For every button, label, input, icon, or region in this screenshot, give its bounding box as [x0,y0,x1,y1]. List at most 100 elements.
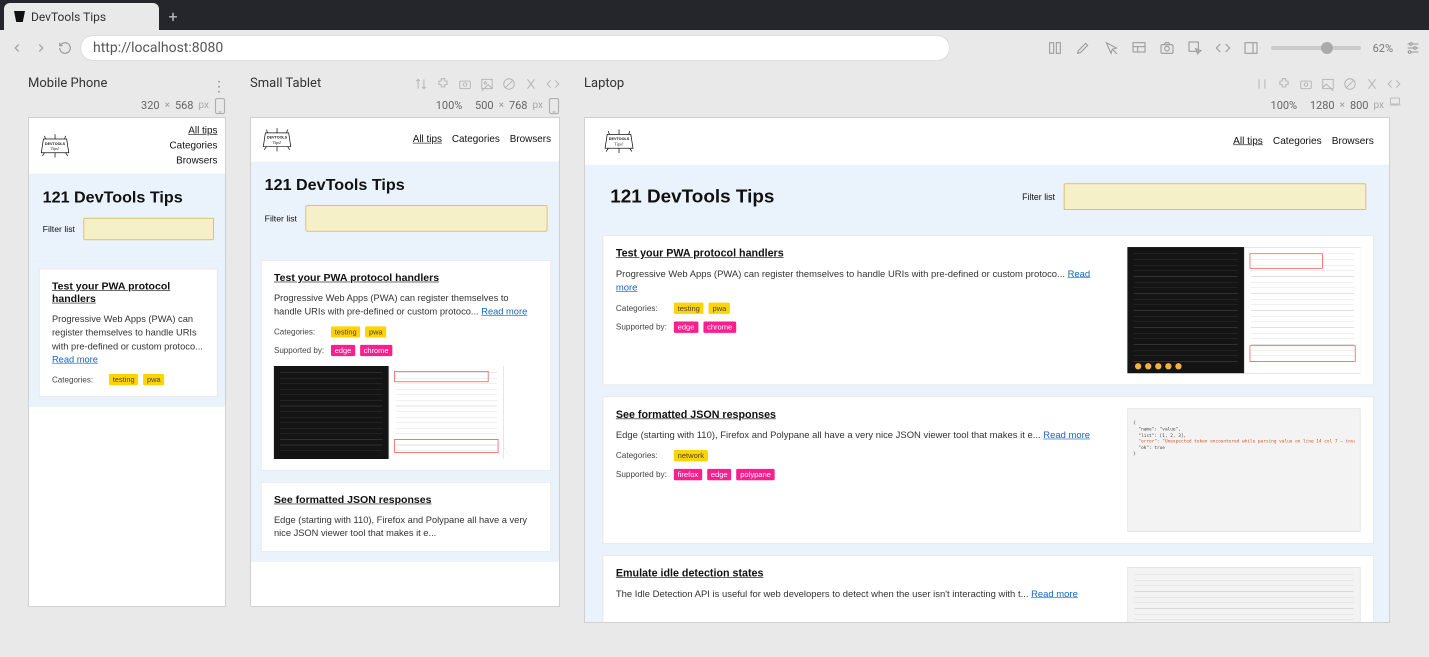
tip-title[interactable]: See formatted JSON responses [616,408,1112,421]
tag[interactable]: firefox [674,469,702,480]
nav-categories[interactable]: Categories [452,134,500,145]
viewport-mobile[interactable]: DEVTOOLSTips! All tips Categories Browse… [28,117,226,607]
tip-thumbnail [274,366,503,459]
site-logo[interactable]: DEVTOOLSTips! [261,125,293,154]
filter-input[interactable] [306,205,548,231]
site-logo[interactable]: DEVTOOLSTips! [603,127,636,156]
site-logo[interactable]: DEVTOOLSTips! [39,132,71,161]
tab-favicon [14,11,25,22]
nav-all-tips[interactable]: All tips [1233,136,1263,147]
inspect-icon[interactable] [1187,40,1203,56]
tip-title[interactable]: Test your PWA protocol handlers [616,247,1112,260]
page-title: 121 DevTools Tips [43,187,214,206]
layout-icon[interactable] [1131,40,1147,56]
nav-all-tips[interactable]: All tips [188,125,217,136]
viewport-tablet[interactable]: DEVTOOLSTips! All tips Categories Browse… [250,117,560,607]
code-icon[interactable] [1215,40,1231,56]
camera-icon[interactable] [1299,77,1313,91]
image-icon[interactable] [480,77,494,91]
nav-categories[interactable]: Categories [1273,136,1322,147]
code-icon[interactable] [1387,77,1401,91]
url-input[interactable]: http://localhost:8080 [80,35,950,61]
tag[interactable]: polypane [736,469,774,480]
pane-menu-icon[interactable]: ⋮ [212,83,226,91]
device-icon[interactable] [214,97,226,113]
filter-label: Filter list [265,213,297,223]
site-nav: All tips Categories Browsers [1233,136,1374,147]
tools-icon[interactable] [1365,77,1379,91]
disable-icon[interactable] [502,77,516,91]
read-more-link[interactable]: Read more [52,354,98,365]
back-button[interactable] [8,39,26,57]
pane-tablet: Small Tablet 100% 500×768px [250,74,560,607]
sidepanel-icon[interactable] [1243,40,1259,56]
svg-text:DEVTOOLS: DEVTOOLS [609,137,630,141]
tip-title[interactable]: Emulate idle detection states [616,567,1112,580]
panel-toggle-icon[interactable] [1047,40,1063,56]
zoom-slider[interactable] [1271,46,1361,50]
camera-icon[interactable] [458,77,472,91]
tip-title[interactable]: See formatted JSON responses [274,493,538,505]
tag[interactable]: pwa [709,302,730,313]
extension-icon[interactable] [1277,77,1291,91]
tag[interactable]: testing [674,302,704,313]
tag[interactable]: testing [109,374,138,385]
tab-bar: DevTools Tips + [0,0,1429,30]
reload-button[interactable] [56,39,74,57]
browser-tab[interactable]: DevTools Tips [4,3,159,30]
tip-excerpt: Progressive Web Apps (PWA) can register … [52,313,205,367]
page-title: 121 DevTools Tips [610,186,774,207]
tag[interactable]: pwa [365,326,386,337]
sync-scroll-icon[interactable] [414,77,428,91]
workspace: Mobile Phone ⋮ 320×568px DEVTOOLSTips! A… [0,66,1429,657]
tag[interactable]: testing [331,326,360,337]
tip-thumbnail [1127,247,1360,373]
sync-scroll-icon[interactable] [1255,77,1269,91]
edit-icon[interactable] [1075,40,1091,56]
tag[interactable]: network [674,450,708,461]
cursor-disable-icon[interactable] [1103,40,1119,56]
filter-label: Filter list [1022,192,1055,202]
new-tab-button[interactable]: + [161,4,185,28]
tip-excerpt: Edge (starting with 110), Firefox and Po… [274,513,538,540]
tip-card: Test your PWA protocol handlers Progress… [261,260,551,470]
image-icon[interactable] [1321,77,1335,91]
nav-categories[interactable]: Categories [170,140,218,151]
viewport-laptop[interactable]: DEVTOOLSTips! All tips Categories Browse… [584,117,1390,623]
tip-card: See formatted JSON responses Edge (start… [261,482,551,552]
forward-button[interactable] [32,39,50,57]
settings-icon[interactable] [1405,40,1421,56]
svg-text:Tips!: Tips! [51,146,60,151]
read-more-link[interactable]: Read more [1031,589,1078,600]
tag[interactable]: chrome [703,321,736,332]
nav-browsers[interactable]: Browsers [1332,136,1374,147]
tab-title: DevTools Tips [31,10,106,24]
read-more-link[interactable]: Read more [481,306,527,317]
page-title: 121 DevTools Tips [265,175,548,194]
extension-icon[interactable] [436,77,450,91]
code-icon[interactable] [546,77,560,91]
site-nav: All tips Categories Browsers [170,125,218,166]
filter-input[interactable] [1064,184,1366,210]
tag[interactable]: edge [331,345,355,356]
svg-text:Tips!: Tips! [273,140,282,145]
read-more-link[interactable]: Read more [1043,430,1090,441]
url-text: http://localhost:8080 [93,40,223,56]
pane-laptop: Laptop 100% 1280×800px D [584,74,1401,623]
tip-title[interactable]: Test your PWA protocol handlers [274,272,538,284]
tag[interactable]: edge [707,469,731,480]
tag[interactable]: edge [674,321,698,332]
tools-icon[interactable] [524,77,538,91]
nav-browsers[interactable]: Browsers [510,134,551,145]
device-icon[interactable] [1389,97,1401,113]
filter-input[interactable] [84,218,214,240]
tip-title[interactable]: Test your PWA protocol handlers [52,280,205,305]
tag[interactable]: chrome [360,345,392,356]
nav-all-tips[interactable]: All tips [413,134,442,145]
disable-icon[interactable] [1343,77,1357,91]
device-icon[interactable] [548,97,560,113]
tip-card: Test your PWA protocol handlers Progress… [39,269,218,397]
nav-browsers[interactable]: Browsers [176,155,217,166]
tag[interactable]: pwa [143,374,164,385]
camera-icon[interactable] [1159,40,1175,56]
